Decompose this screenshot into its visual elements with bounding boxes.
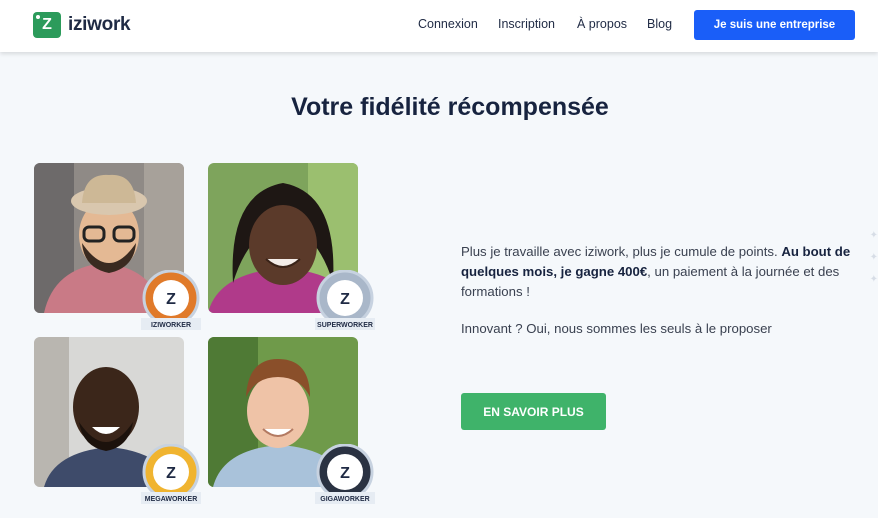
svg-text:Z: Z (340, 465, 350, 482)
nav-connexion[interactable]: Connexion (418, 17, 478, 31)
badge-label-megaworker: MEGAWORKER (145, 496, 198, 503)
logo-mark-icon: Z (33, 12, 61, 38)
nav-inscription[interactable]: Inscription (498, 17, 555, 31)
gigaworker-badge: Z GIGAWORKER (313, 443, 377, 510)
superworker-badge: Z SUPERWORKER (313, 269, 377, 336)
badge-label-iziworker: IZIWORKER (151, 322, 191, 329)
top-navigation-bar: Z iziwork Connexion Inscription À propos… (0, 0, 878, 52)
svg-text:Z: Z (340, 291, 350, 308)
iziworker-badge: Z IZIWORKER (139, 269, 203, 336)
megaworker-badge: Z MEGAWORKER (139, 443, 203, 510)
decorative-sparkles: ✦ ✦ ✦ (869, 230, 878, 285)
nav-blog[interactable]: Blog (647, 17, 672, 31)
badge-label-superworker: SUPERWORKER (317, 322, 373, 329)
nav-a-propos[interactable]: À propos (577, 17, 627, 31)
svg-text:Z: Z (166, 465, 176, 482)
loyalty-description-part1: Plus je travaille avec iziwork, plus je … (461, 244, 782, 259)
logo-text: iziwork (68, 14, 131, 35)
learn-more-button[interactable]: EN SAVOIR PLUS (461, 393, 606, 430)
badge-label-gigaworker: GIGAWORKER (320, 496, 369, 503)
iziwork-logo[interactable]: Z iziwork (33, 12, 131, 38)
svg-text:Z: Z (166, 291, 176, 308)
section-title: Votre fidélité récompensée (291, 93, 609, 121)
business-cta-button[interactable]: Je suis une entreprise (694, 10, 855, 40)
loyalty-description: Plus je travaille avec iziwork, plus je … (461, 242, 871, 302)
innovation-statement: Innovant ? Oui, nous sommes les seuls à … (461, 321, 772, 336)
